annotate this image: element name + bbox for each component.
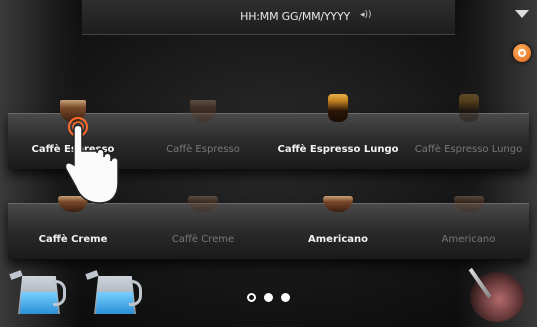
coffee-machine-screen: HH:MM GG/MM/YYYY ◂)) Caffè Espresso Caff… <box>0 0 537 327</box>
milk-pitcher-foam-button[interactable] <box>85 268 142 316</box>
datetime-display: HH:MM GG/MM/YYYY <box>240 10 350 23</box>
milk-pitcher-hot-button[interactable] <box>9 268 66 316</box>
beverage-label: Americano <box>441 234 496 245</box>
touch-hand-icon <box>64 117 119 204</box>
lungo-glass-icon <box>458 94 479 122</box>
beverage-label: Caffè Creme <box>171 234 235 245</box>
beverage-label: Caffè Espresso Lungo <box>277 144 399 155</box>
beverage-label: Caffè Espresso Lungo <box>414 144 523 155</box>
page-indicator <box>247 293 290 302</box>
beverage-label: Caffè Creme <box>38 234 108 245</box>
beverage-americano-double[interactable]: Americano <box>408 196 529 259</box>
beverage-caffe-creme-double[interactable]: Caffè Creme <box>138 196 268 259</box>
beverage-caffe-espresso-double[interactable]: Caffè Espresso <box>138 100 268 169</box>
page-dot-1[interactable] <box>247 293 256 302</box>
steam-wand-button[interactable] <box>470 272 524 322</box>
americano-cup-icon <box>453 196 484 212</box>
beverage-label: Caffè Espresso <box>166 144 240 155</box>
page-dot-2[interactable] <box>264 293 273 302</box>
dropdown-menu-icon[interactable] <box>515 10 529 18</box>
creme-cup-icon <box>188 196 218 212</box>
beverage-caffe-espresso-lungo-double[interactable]: Caffè Espresso Lungo <box>408 94 529 169</box>
americano-cup-icon <box>323 196 353 212</box>
beverage-americano[interactable]: Americano <box>268 196 408 259</box>
maintenance-badge-icon[interactable] <box>513 44 531 62</box>
lungo-glass-icon <box>328 94 348 122</box>
status-bar: HH:MM GG/MM/YYYY ◂)) <box>82 0 455 35</box>
beverage-caffe-espresso-lungo[interactable]: Caffè Espresso Lungo <box>268 94 408 169</box>
beverage-label: Americano <box>308 234 368 245</box>
espresso-cup-icon <box>190 100 216 122</box>
page-dot-3[interactable] <box>281 293 290 302</box>
speaker-icon[interactable]: ◂)) <box>360 10 372 20</box>
